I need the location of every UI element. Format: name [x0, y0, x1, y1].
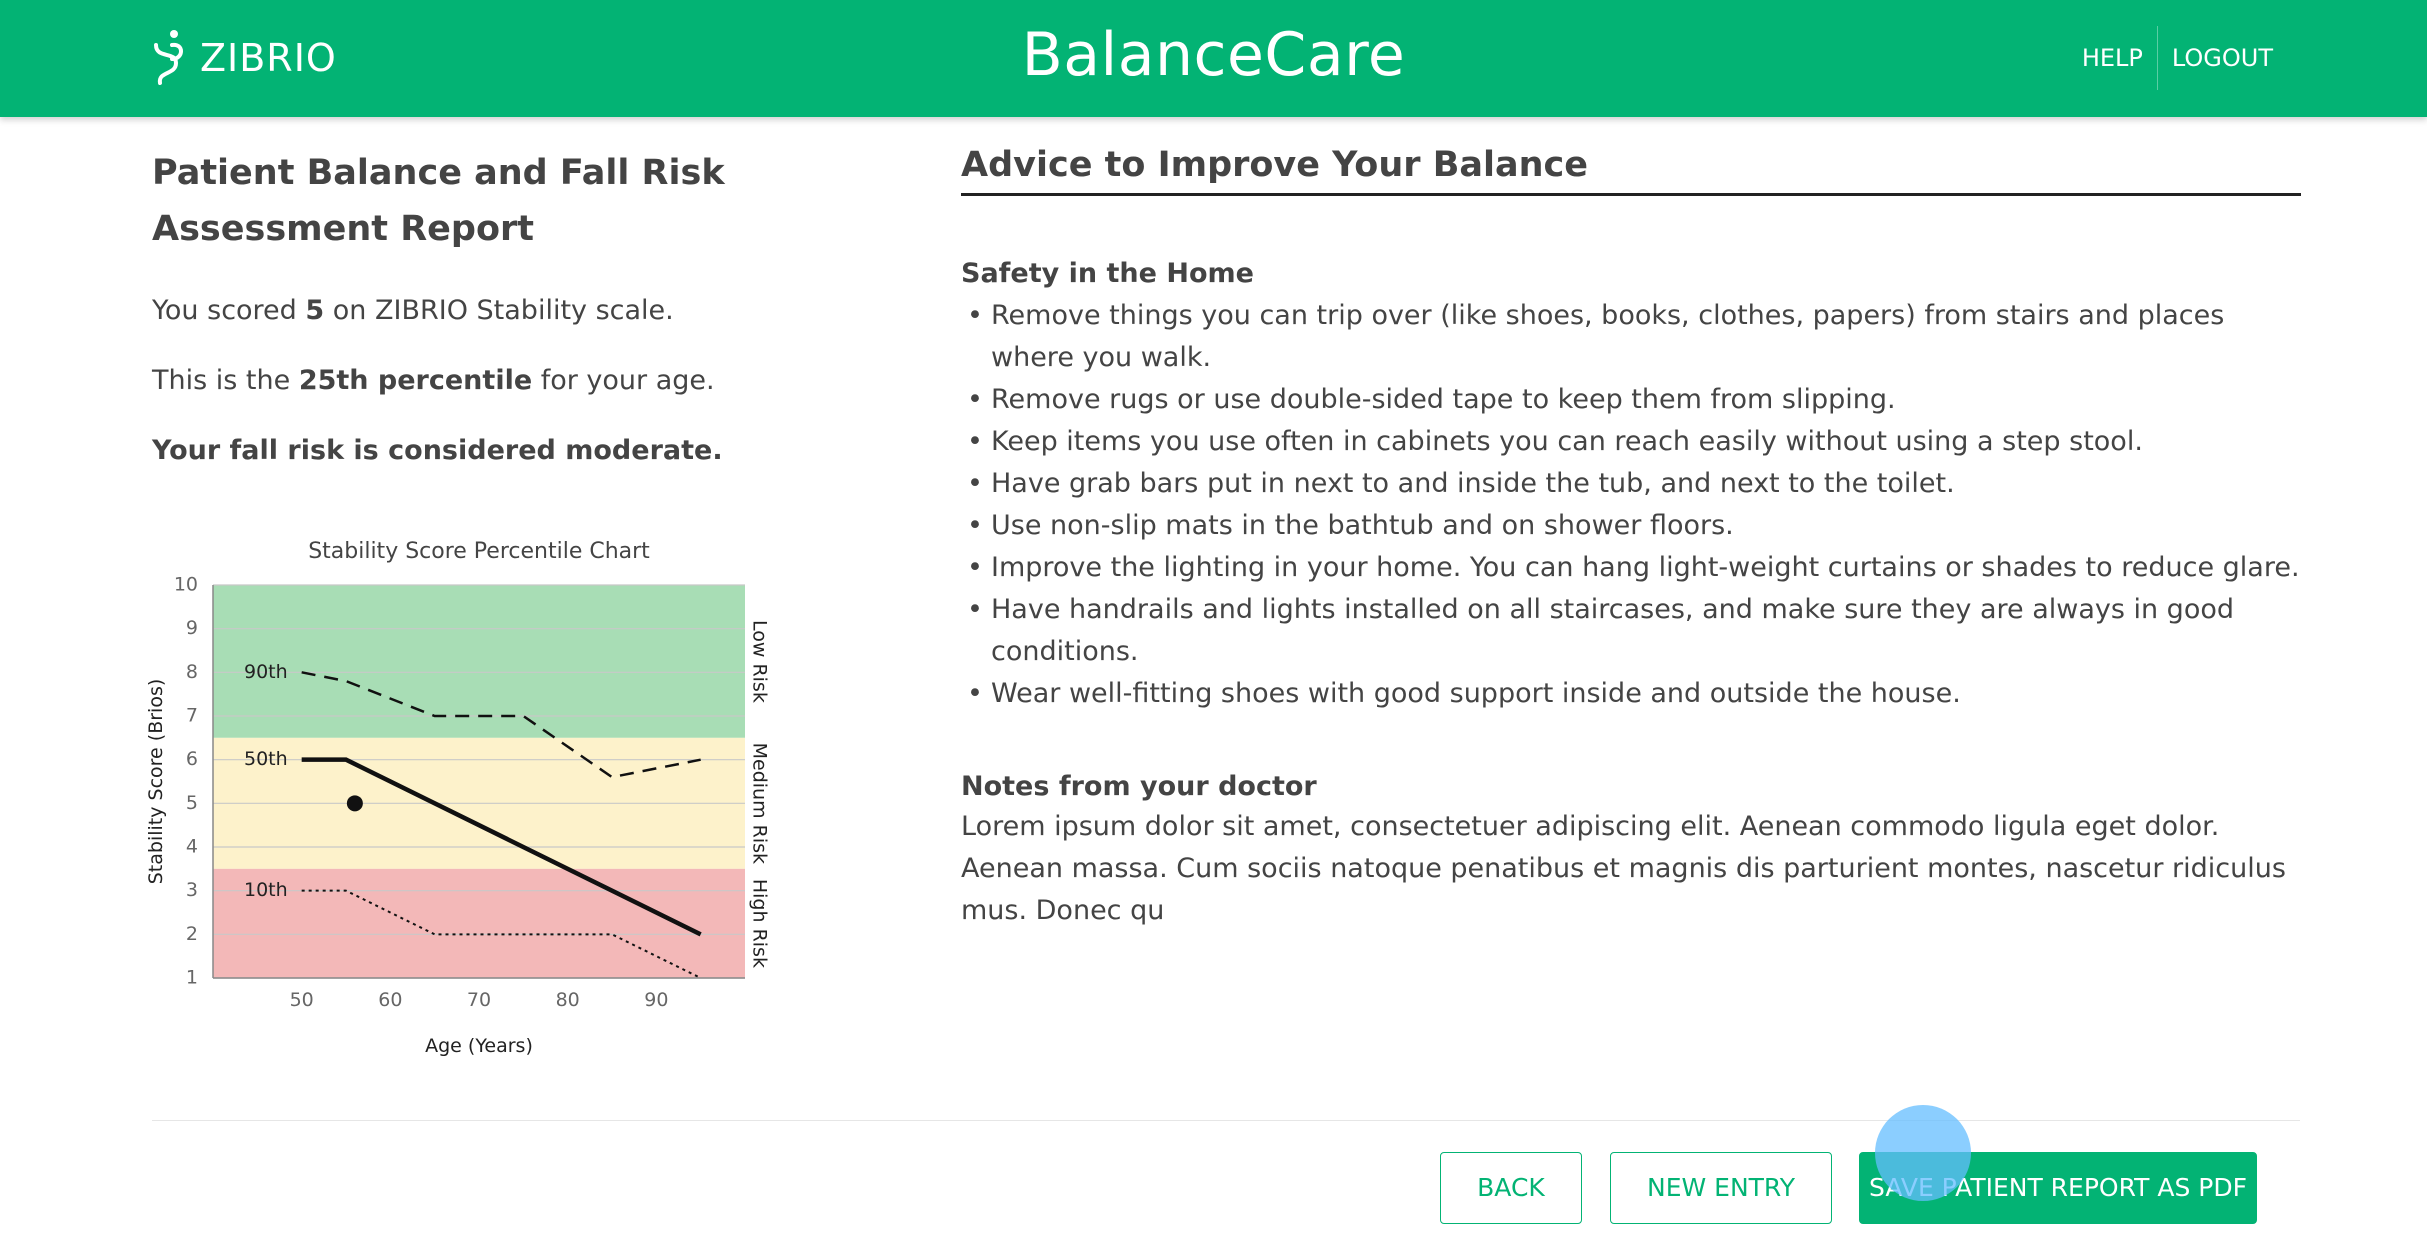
y-tick-label: 1: [186, 967, 198, 989]
safety-tips-list: Remove things you can trip over (like sh…: [961, 295, 2301, 715]
score-value: 5: [305, 295, 325, 326]
percentile-value: 25th percentile: [298, 365, 533, 396]
x-tick-label: 50: [290, 989, 314, 1011]
stability-chart-svg: Stability Score Percentile Chart Low Risk…: [145, 539, 771, 1057]
y-tick-label: 2: [186, 923, 198, 945]
report-title: Patient Balance and Fall Risk Assessment…: [152, 153, 725, 249]
y-tick-label: 6: [186, 748, 198, 770]
advice-panel: Advice to Improve Your Balance Safety in…: [961, 145, 2301, 932]
x-tick-label: 80: [556, 989, 580, 1011]
list-item: Remove rugs or use double-sided tape to …: [961, 379, 2301, 421]
report-summary: Patient Balance and Fall Risk Assessment…: [152, 145, 872, 469]
logout-link[interactable]: LOGOUT: [2158, 26, 2287, 90]
risk-statement: Your fall risk is considered moderate.: [152, 435, 723, 466]
y-tick-label: 10: [174, 574, 198, 596]
top-nav: HELP LOGOUT: [2068, 26, 2287, 90]
chart-title: Stability Score Percentile Chart: [308, 539, 650, 564]
stability-chart: Stability Score Percentile Chart Low Risk…: [140, 525, 800, 1065]
back-button[interactable]: BACK: [1440, 1152, 1582, 1224]
risk-band-label: High Risk: [749, 879, 771, 968]
y-tick-label: 8: [186, 661, 198, 683]
score-line: You scored 5 on ZIBRIO Stability scale.: [152, 293, 872, 329]
doctor-notes: Lorem ipsum dolor sit amet, consectetuer…: [961, 811, 2286, 926]
x-tick-label: 90: [644, 989, 668, 1011]
notes-title: Notes from your doctor: [961, 771, 1317, 802]
list-item: Keep items you use often in cabinets you…: [961, 421, 2301, 463]
new-entry-button[interactable]: NEW ENTRY: [1610, 1152, 1832, 1224]
x-tick-label: 60: [378, 989, 402, 1011]
y-tick-label: 5: [186, 792, 198, 814]
patient-score-point: [346, 795, 363, 812]
list-item: Use non-slip mats in the bathtub and on …: [961, 505, 2301, 547]
score-suffix: on ZIBRIO Stability scale.: [324, 295, 674, 326]
app-header: ZIBRIO BalanceCare HELP LOGOUT: [0, 0, 2427, 117]
list-item: Have grab bars put in next to and inside…: [961, 463, 2301, 505]
series-label: 90th: [244, 661, 288, 683]
x-tick-label: 70: [467, 989, 491, 1011]
percentile-line: This is the 25th percentile for your age…: [152, 363, 872, 399]
score-prefix: You scored: [152, 295, 306, 326]
series-label: 10th: [244, 879, 288, 901]
footer-divider: [152, 1120, 2300, 1121]
list-item: Remove things you can trip over (like sh…: [961, 295, 2301, 379]
help-link[interactable]: HELP: [2068, 26, 2157, 90]
y-tick-label: 3: [186, 879, 198, 901]
y-axis-label: Stability Score (Brios): [145, 679, 167, 885]
risk-band-label: Low Risk: [749, 620, 771, 703]
advice-title: Advice to Improve Your Balance: [961, 145, 2301, 196]
cursor-indicator: [1875, 1105, 1971, 1201]
risk-band-label: Medium Risk: [749, 743, 771, 864]
percentile-prefix: This is the: [152, 365, 299, 396]
list-item: Wear well-fitting shoes with good suppor…: [961, 673, 2301, 715]
y-tick-label: 9: [186, 617, 198, 639]
y-tick-label: 7: [186, 705, 198, 727]
percentile-suffix: for your age.: [532, 365, 715, 396]
y-tick-label: 4: [186, 836, 198, 858]
app-title: BalanceCare: [1021, 20, 1406, 90]
x-axis-label: Age (Years): [425, 1035, 533, 1057]
safety-section-title: Safety in the Home: [961, 258, 1254, 289]
list-item: Have handrails and lights installed on a…: [961, 589, 2301, 673]
list-item: Improve the lighting in your home. You c…: [961, 547, 2301, 589]
series-label: 50th: [244, 748, 288, 770]
